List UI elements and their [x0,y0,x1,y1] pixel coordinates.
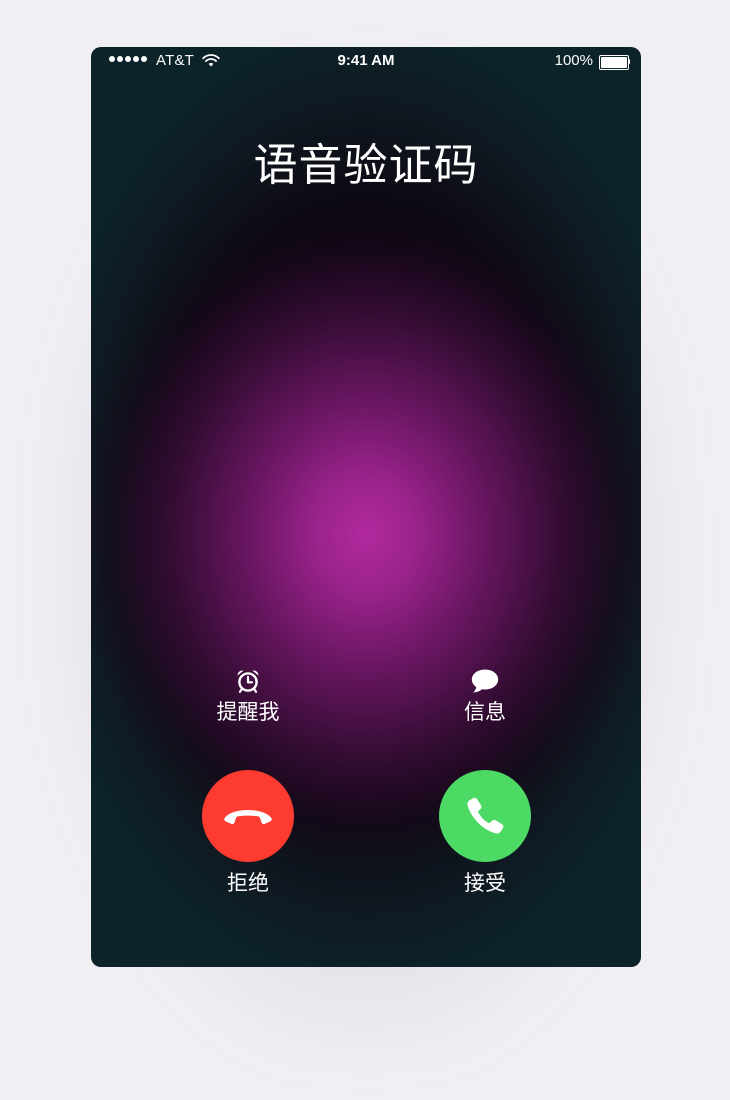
decline-call-button[interactable] [202,770,294,862]
phone-icon [467,797,504,834]
accept-label: 接受 [464,871,506,895]
battery-percentage: 100% [554,52,593,69]
message-label: 信息 [464,700,506,724]
battery-icon [599,55,630,70]
alarm-clock-icon [237,670,259,693]
remind-me-label: 提醒我 [216,700,280,724]
caller-name: 语音验证码 [253,140,479,191]
status-bar: AT&T 9:41 AM 100% [91,47,641,75]
accept-call-button[interactable] [439,770,531,862]
hang-up-icon [224,810,272,825]
incoming-call-screen: AT&T 9:41 AM 100% 语音验证码 提醒我 信息 拒绝 接受 [91,47,641,967]
message-button[interactable]: 信息 [430,668,540,726]
decline-label: 拒绝 [227,871,269,895]
speech-bubble-icon [471,669,499,693]
remind-me-button[interactable]: 提醒我 [193,668,303,726]
